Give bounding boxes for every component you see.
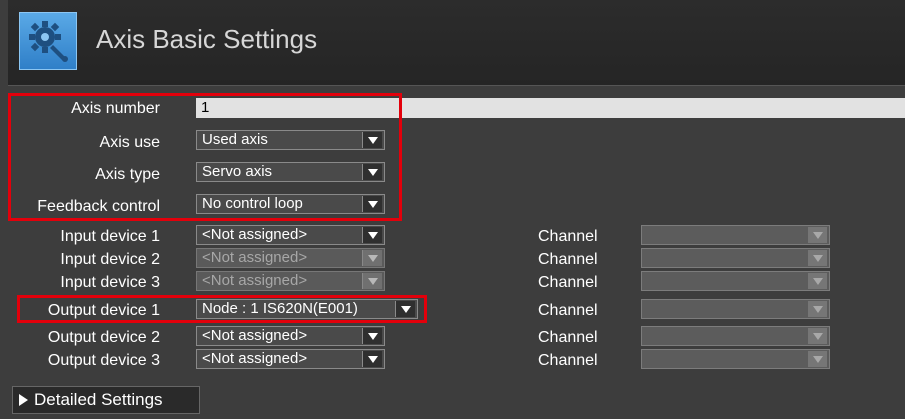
output-device-3-label: Output device 3 bbox=[47, 352, 160, 369]
output-device-3-value: <Not assigned> bbox=[202, 350, 308, 367]
panel-header: Axis Basic Settings bbox=[8, 0, 905, 86]
input-device-3-channel-dropdown[interactable] bbox=[641, 271, 830, 291]
channel-label: Channel bbox=[538, 329, 598, 346]
output-device-3-channel-dropdown[interactable] bbox=[641, 349, 830, 369]
chevron-down-icon bbox=[808, 351, 827, 367]
output-device-3-dropdown[interactable]: <Not assigned> bbox=[196, 349, 385, 369]
input-device-1-label: Input device 1 bbox=[60, 228, 160, 245]
channel-label: Channel bbox=[538, 352, 598, 369]
input-device-3-value: <Not assigned> bbox=[202, 272, 308, 289]
channel-label: Channel bbox=[538, 251, 598, 268]
chevron-down-icon bbox=[808, 227, 827, 243]
chevron-down-icon[interactable] bbox=[362, 351, 382, 367]
input-device-3-dropdown: <Not assigned> bbox=[196, 271, 385, 291]
chevron-down-icon[interactable] bbox=[362, 328, 382, 344]
chevron-down-icon bbox=[362, 250, 382, 266]
chevron-down-icon[interactable] bbox=[362, 227, 382, 243]
chevron-down-icon bbox=[808, 301, 827, 317]
chevron-down-icon bbox=[808, 328, 827, 344]
output-device-2-value: <Not assigned> bbox=[202, 327, 308, 344]
input-device-2-value: <Not assigned> bbox=[202, 249, 308, 266]
input-device-1-channel-dropdown[interactable] bbox=[641, 225, 830, 245]
chevron-down-icon bbox=[362, 273, 382, 289]
input-device-1-value: <Not assigned> bbox=[202, 226, 308, 243]
input-device-1-dropdown[interactable]: <Not assigned> bbox=[196, 225, 385, 245]
output-device-2-label: Output device 2 bbox=[47, 329, 160, 346]
gear-icon bbox=[19, 12, 77, 70]
channel-label: Channel bbox=[538, 228, 598, 245]
highlight-box-basic bbox=[8, 93, 402, 221]
output-device-2-dropdown[interactable]: <Not assigned> bbox=[196, 326, 385, 346]
page-title: Axis Basic Settings bbox=[96, 24, 318, 54]
input-device-2-channel-dropdown[interactable] bbox=[641, 248, 830, 268]
output-device-2-channel-dropdown[interactable] bbox=[641, 326, 830, 346]
expand-arrow-icon bbox=[19, 394, 28, 406]
highlight-box-output-device bbox=[17, 295, 427, 323]
output-device-1-channel-dropdown[interactable] bbox=[641, 299, 830, 319]
input-device-2-label: Input device 2 bbox=[60, 251, 160, 268]
input-device-2-dropdown: <Not assigned> bbox=[196, 248, 385, 268]
chevron-down-icon bbox=[808, 273, 827, 289]
channel-label: Channel bbox=[538, 302, 598, 319]
channel-label: Channel bbox=[538, 274, 598, 291]
detailed-settings-label: Detailed Settings bbox=[34, 390, 163, 409]
input-device-3-label: Input device 3 bbox=[60, 274, 160, 291]
chevron-down-icon bbox=[808, 250, 827, 266]
detailed-settings-toggle[interactable]: Detailed Settings bbox=[12, 386, 200, 414]
